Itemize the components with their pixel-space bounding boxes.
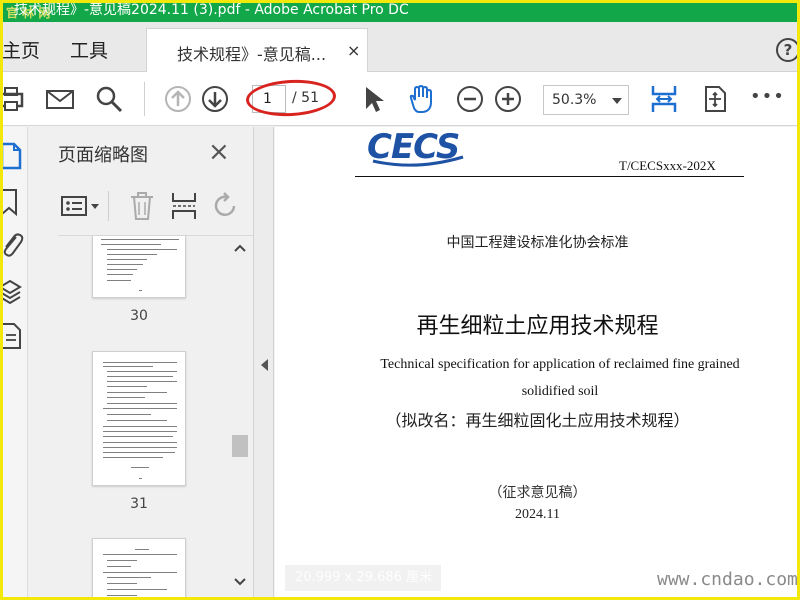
document-title-cn: 再生细粒土应用技术规程 xyxy=(416,314,659,339)
draft-status: （征求意见稿） xyxy=(488,485,587,501)
collapse-left-icon xyxy=(261,359,268,371)
toolbar-separator xyxy=(144,82,145,116)
thumbnail-options-icon[interactable] xyxy=(60,193,102,221)
email-icon[interactable] xyxy=(45,84,75,114)
zoom-in-icon[interactable] xyxy=(493,84,523,114)
thumbnail-scrollbar[interactable] xyxy=(230,237,248,599)
left-navigation-strip xyxy=(0,127,28,600)
delete-page-icon[interactable] xyxy=(128,191,156,221)
standard-code: T/CECSxxx-202X xyxy=(619,158,716,173)
thumbnail-page-number: 31 xyxy=(130,496,148,512)
more-options-icon[interactable]: ••• xyxy=(750,86,785,107)
thumbnail-page-number: 30 xyxy=(130,308,148,324)
red-annotation-ellipse xyxy=(245,77,337,119)
attachment-icon[interactable] xyxy=(0,229,26,259)
scrollbar-thumb[interactable] xyxy=(232,435,248,457)
document-title-en: Technical specification for application … xyxy=(365,351,755,405)
next-page-icon[interactable] xyxy=(200,84,230,114)
thumbnail-list[interactable]: 30 31 xyxy=(58,235,254,600)
document-view[interactable]: CECS T/CECSxxx-202X 中国工程建设标准化协会标准 再生细粒土应… xyxy=(275,127,800,600)
document-date: 2024.11 xyxy=(515,507,560,522)
print-icon[interactable] xyxy=(0,84,30,114)
menu-bar: 主页 工具 技术规程》-意见稿... × ? xyxy=(0,22,800,73)
document-tab-label: 技术规程》-意见稿... xyxy=(177,45,327,64)
menu-home[interactable]: 主页 xyxy=(2,36,40,63)
bookmark-icon[interactable] xyxy=(0,187,26,217)
zoom-level-value: 50.3% xyxy=(552,92,597,108)
page-thumbnail[interactable] xyxy=(92,351,186,486)
scroll-down-icon[interactable] xyxy=(234,577,246,587)
zoom-level-dropdown[interactable]: 50.3% xyxy=(543,85,629,115)
title-en-line: Technical specification for application … xyxy=(380,357,740,372)
panel-collapse-handle[interactable] xyxy=(254,127,274,600)
fit-width-icon[interactable] xyxy=(649,84,679,114)
layers-icon[interactable] xyxy=(0,277,26,307)
help-icon[interactable]: ? xyxy=(776,38,800,62)
zoom-out-icon[interactable] xyxy=(455,84,485,114)
window-title: 技术规程》-意见稿2024.11 (3).pdf - Adobe Acrobat… xyxy=(14,2,409,18)
organization-name: 中国工程建设标准化协会标准 xyxy=(446,235,629,251)
main-toolbar: / 51 50.3% ••• xyxy=(0,72,800,126)
select-arrow-icon[interactable] xyxy=(360,84,390,114)
insert-page-icon[interactable] xyxy=(170,191,198,221)
pdf-page: CECS T/CECSxxx-202X 中国工程建设标准化协会标准 再生细粒土应… xyxy=(275,127,800,600)
hand-tool-icon[interactable] xyxy=(405,84,435,114)
thumbnail-toolbar xyxy=(56,187,256,227)
page-thumbnail[interactable] xyxy=(92,538,186,600)
page-thumbnail[interactable] xyxy=(92,236,186,298)
menu-tools[interactable]: 工具 xyxy=(70,36,108,63)
page-thumbnails-panel: 页面缩略图 × 30 31 xyxy=(28,127,254,600)
rotate-page-icon[interactable] xyxy=(212,191,240,221)
window-titlebar: 官 林 网 技术规程》-意见稿2024.11 (3).pdf - Adobe A… xyxy=(0,0,800,22)
panel-title: 页面缩略图 xyxy=(58,145,148,166)
close-panel-icon[interactable]: × xyxy=(208,137,230,167)
document-properties-icon[interactable] xyxy=(0,321,26,351)
toolbar-separator xyxy=(108,191,109,221)
title-en-line: solidified soil xyxy=(521,384,599,399)
close-tab-icon[interactable]: × xyxy=(347,41,360,60)
full-screen-icon[interactable] xyxy=(700,84,730,114)
chevron-down-icon xyxy=(612,98,622,104)
scroll-up-icon[interactable] xyxy=(234,243,246,253)
page-thumbnails-icon[interactable] xyxy=(0,141,26,171)
cecs-logo-swoosh xyxy=(372,155,464,167)
header-rule xyxy=(355,176,744,177)
site-watermark: www.cndao.com xyxy=(657,569,798,590)
prev-page-icon[interactable] xyxy=(163,84,193,114)
search-icon[interactable] xyxy=(94,84,124,114)
document-tab[interactable]: 技术规程》-意见稿... × xyxy=(146,28,368,73)
alternate-name: （拟改名：再生细粒固化土应用技术规程） xyxy=(385,411,690,430)
page-dimensions-tooltip: 20.999 x 29.686 厘米 xyxy=(285,565,441,591)
